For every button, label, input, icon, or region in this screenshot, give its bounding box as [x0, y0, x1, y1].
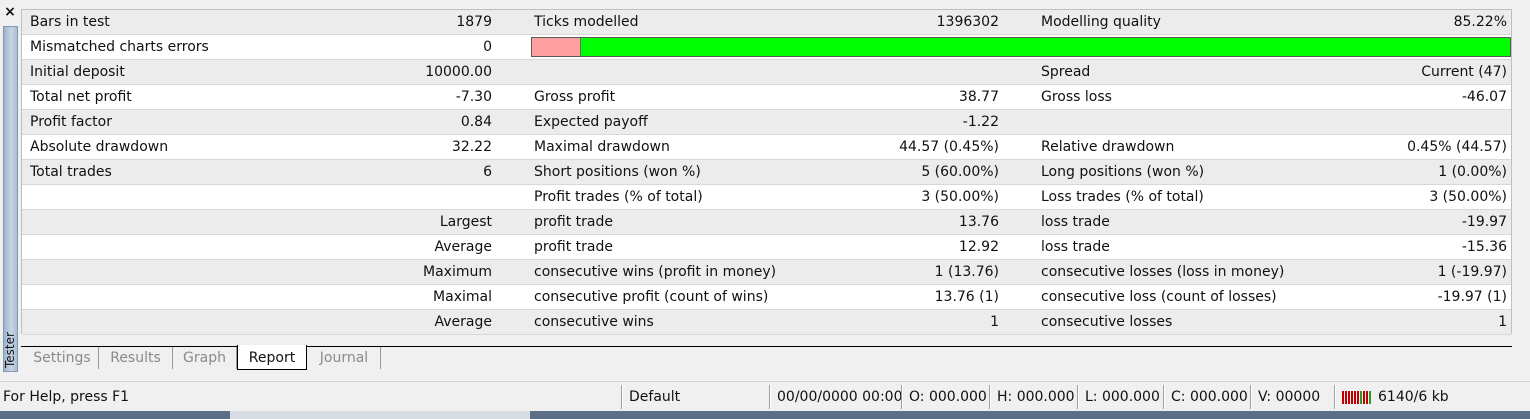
largest-profit-trade-value: 13.76: [958, 214, 999, 230]
report-row: Absolute drawdown 32.22 Maximal drawdown…: [22, 135, 1511, 160]
ticks-modelled-value: 1396302: [936, 14, 999, 30]
report-row: Bars in test 1879 Ticks modelled 1396302…: [22, 10, 1511, 35]
gross-loss-value: -46.07: [1461, 89, 1507, 105]
report-row: Mismatched charts errors 0: [22, 35, 1511, 60]
status-separator: [1163, 385, 1165, 409]
status-separator: [1077, 385, 1079, 409]
report-row: Maximum consecutive wins (profit in mone…: [22, 260, 1511, 285]
modelling-quality-error-segment: [532, 38, 581, 56]
max-consecutive-losses-value: 1 (-19.97): [1437, 264, 1507, 280]
maximal-consecutive-loss-value: -19.97 (1): [1437, 289, 1507, 305]
status-bar: For Help, press F1 Default 00/00/0000 00…: [0, 381, 1530, 412]
tab-results[interactable]: Results: [99, 347, 173, 369]
profit-trades-value: 3 (50.00%): [921, 189, 999, 205]
expected-payoff-value: -1.22: [962, 114, 999, 130]
status-separator: [621, 385, 623, 409]
status-datetime: 00/00/0000 00:00: [777, 389, 903, 405]
short-positions-value: 5 (60.00%): [921, 164, 999, 180]
report-row: Largest profit trade 13.76 loss trade -1…: [22, 210, 1511, 235]
status-profile[interactable]: Default: [629, 386, 680, 408]
mismatched-errors-value: 0: [483, 39, 492, 55]
maximal-drawdown-value: 44.57 (0.45%): [899, 139, 999, 155]
average-consecutive-label: Average: [434, 314, 493, 330]
absolute-drawdown-value: 32.22: [451, 139, 492, 155]
status-separator: [1334, 385, 1336, 409]
tester-side-strip[interactable]: [3, 26, 18, 372]
status-separator: [989, 385, 991, 409]
report-row: Maximal consecutive profit (count of win…: [22, 285, 1511, 310]
report-row: Profit trades (% of total) 3 (50.00%) Lo…: [22, 185, 1511, 210]
status-high: H: 000.000: [997, 389, 1075, 405]
max-consecutive-wins-value: 1 (13.76): [934, 264, 999, 280]
connection-bars-icon: [1342, 388, 1373, 404]
status-volume: V: 00000: [1258, 389, 1321, 405]
average-profit-trade-value: 12.92: [958, 239, 999, 255]
modelling-quality-bar: [531, 37, 1511, 57]
tab-settings[interactable]: Settings: [26, 347, 99, 369]
report-table: Bars in test 1879 Ticks modelled 1396302…: [21, 9, 1512, 335]
bars-in-test-value: 1879: [456, 14, 492, 30]
report-row: Initial deposit 10000.00 Spread Current …: [22, 60, 1511, 85]
status-low: L: 000.000: [1085, 389, 1160, 405]
status-traffic: 6140/6 kb: [1378, 389, 1449, 405]
tab-graph[interactable]: Graph: [173, 347, 237, 369]
loss-trades-value: 3 (50.00%): [1429, 189, 1507, 205]
gross-profit-value: 38.77: [958, 89, 999, 105]
taskbar-edge: [0, 411, 1530, 419]
status-help-text: For Help, press F1: [3, 389, 130, 405]
status-separator: [769, 385, 771, 409]
status-open: O: 000.000: [909, 389, 987, 405]
status-close: C: 000.000: [1171, 389, 1248, 405]
total-trades-value: 6: [483, 164, 492, 180]
average-consecutive-wins-value: 1: [990, 314, 999, 330]
report-row: Average consecutive wins 1 consecutive l…: [22, 310, 1511, 335]
average-label: Average: [434, 239, 493, 255]
maximum-label: Maximum: [423, 264, 492, 280]
report-row: Total trades 6 Short positions (won %) 5…: [22, 160, 1511, 185]
report-row: Average profit trade 12.92 loss trade -1…: [22, 235, 1511, 260]
largest-loss-trade-value: -19.97: [1461, 214, 1507, 230]
relative-drawdown-value: 0.45% (44.57): [1407, 139, 1507, 155]
tab-journal[interactable]: Journal: [308, 347, 381, 369]
average-consecutive-losses-value: 1: [1498, 314, 1507, 330]
report-row: Total net profit -7.30 Gross profit 38.7…: [22, 85, 1511, 110]
total-net-profit-value: -7.30: [455, 89, 492, 105]
spread-value: Current (47): [1421, 64, 1507, 80]
tab-report[interactable]: Report: [237, 345, 307, 370]
tester-side-label: Tester: [3, 332, 17, 368]
modelling-quality-value: 85.22%: [1453, 14, 1507, 30]
profit-factor-value: 0.84: [460, 114, 492, 130]
long-positions-value: 1 (0.00%): [1438, 164, 1507, 180]
status-separator: [901, 385, 903, 409]
maximal-label: Maximal: [433, 289, 492, 305]
status-separator: [1250, 385, 1252, 409]
average-loss-trade-value: -15.36: [1461, 239, 1507, 255]
maximal-consecutive-profit-value: 13.76 (1): [934, 289, 999, 305]
initial-deposit-value: 10000.00: [425, 64, 492, 80]
report-row: Profit factor 0.84 Expected payoff -1.22: [22, 110, 1511, 135]
close-icon[interactable]: ×: [2, 4, 18, 20]
largest-label: Largest: [439, 214, 492, 230]
